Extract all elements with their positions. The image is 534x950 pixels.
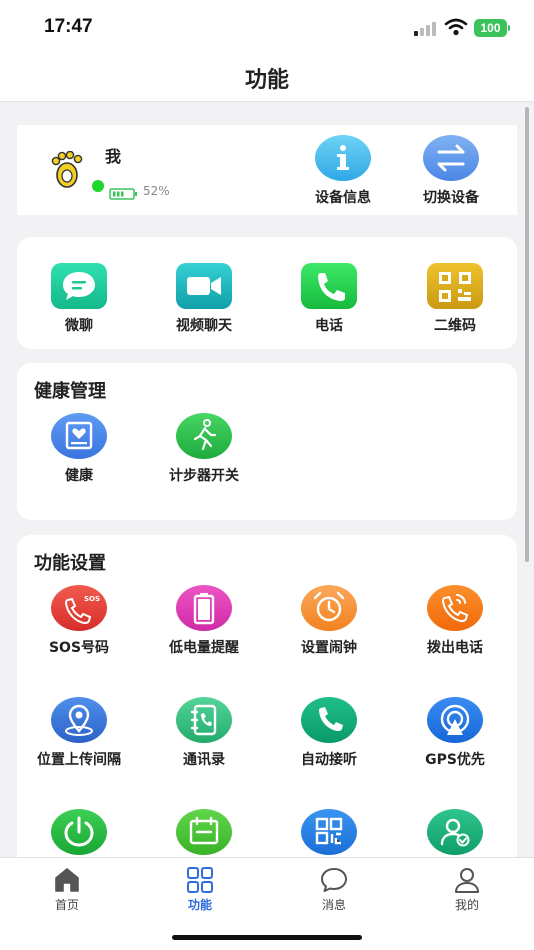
info-icon: [315, 135, 371, 181]
gps-icon: [427, 697, 483, 743]
switch-device-button[interactable]: 切换设备: [405, 135, 497, 207]
page-title: 功能: [244, 68, 289, 93]
battery-icon: 100: [474, 19, 510, 37]
device-card: 我 52% 设备信息 切换设备: [17, 125, 517, 215]
pedometer-label: 计步器开关: [169, 468, 239, 484]
video-chat-item[interactable]: 视频聊天: [142, 263, 266, 335]
scrollbar[interactable]: [525, 107, 529, 562]
settings-label: 通讯录: [183, 752, 225, 768]
comm-label: 微聊: [65, 318, 93, 334]
svg-text:SOS: SOS: [84, 595, 100, 603]
qr-scan-icon: [301, 809, 357, 855]
alarm-item[interactable]: 设置闹钟: [267, 585, 391, 657]
health-label: 健康: [65, 468, 93, 484]
swap-icon: [423, 135, 479, 181]
section-title: 功能设置: [34, 553, 106, 574]
location-icon: [51, 697, 107, 743]
pedometer-item[interactable]: 计步器开关: [142, 413, 266, 485]
tab-functions[interactable]: 功能: [160, 866, 240, 913]
power-item[interactable]: [17, 809, 141, 857]
device-avatar[interactable]: [51, 150, 83, 189]
low-battery-item[interactable]: 低电量提醒: [142, 585, 266, 657]
qrcode-item[interactable]: 二维码: [393, 263, 517, 335]
device-battery-icon: [109, 185, 138, 200]
comm-label: 视频聊天: [176, 318, 232, 334]
message-icon: [319, 866, 349, 894]
switch-device-label: 切换设备: [423, 190, 479, 206]
auto-answer-item[interactable]: 自动接听: [267, 697, 391, 769]
home-indicator[interactable]: [172, 935, 362, 940]
contacts-item[interactable]: 通讯录: [142, 697, 266, 769]
tab-label: 功能: [187, 898, 212, 912]
device-info-button[interactable]: 设备信息: [297, 135, 389, 207]
auto-answer-icon: [301, 697, 357, 743]
outgoing-call-item[interactable]: 拨出电话: [393, 585, 517, 657]
contacts-icon: [176, 697, 232, 743]
health-icon: [51, 413, 107, 459]
location-interval-item[interactable]: 位置上传间隔: [17, 697, 141, 769]
power-icon: [51, 809, 107, 855]
section-title: 健康管理: [34, 381, 106, 402]
settings-label: 位置上传间隔: [37, 752, 121, 768]
content-scroll[interactable]: 我 52% 设备信息 切换设备 微聊 视频聊天 电话 二维码 健康管理 健康 计…: [0, 103, 534, 857]
status-time: 17:47: [44, 16, 93, 37]
settings-label: GPS优先: [425, 752, 485, 768]
tab-label: 首页: [54, 898, 79, 912]
settings-label: 设置闹钟: [301, 640, 357, 656]
settings-label: 低电量提醒: [169, 640, 239, 656]
tab-profile[interactable]: 我的: [427, 866, 507, 913]
battery-level: 100: [474, 19, 507, 37]
pedometer-icon: [176, 413, 232, 459]
sos-icon: SOS: [51, 585, 107, 631]
device-battery-percent: 52%: [143, 184, 170, 198]
cellular-signal-icon: [414, 22, 440, 36]
qrcode-icon: [427, 263, 483, 309]
grid-icon: [185, 866, 215, 894]
communication-card: 微聊 视频聊天 电话 二维码: [17, 237, 517, 349]
chat-icon: [51, 263, 107, 309]
calendar-icon: [176, 809, 232, 855]
gps-priority-item[interactable]: GPS优先: [393, 697, 517, 769]
device-info-label: 设备信息: [315, 190, 371, 206]
low-battery-icon: [176, 585, 232, 631]
outgoing-call-icon: [427, 585, 483, 631]
navigation-bar: 功能: [0, 52, 534, 102]
settings-card: 功能设置 SOS SOS号码 低电量提醒 设置闹钟 拨出电话 位置上传间隔 通讯…: [17, 535, 517, 857]
phone-item[interactable]: 电话: [267, 263, 391, 335]
user-check-icon: [427, 809, 483, 855]
comm-label: 电话: [315, 318, 343, 334]
health-item[interactable]: 健康: [17, 413, 141, 485]
status-bar: 17:47 100: [0, 0, 534, 52]
tab-messages[interactable]: 消息: [294, 866, 374, 913]
device-name: 我: [105, 147, 122, 166]
profile-icon: [452, 866, 482, 894]
qr-scan-item[interactable]: [267, 809, 391, 857]
user-check-item[interactable]: [393, 809, 517, 857]
wifi-icon: [444, 17, 468, 37]
tab-label: 消息: [321, 898, 346, 912]
comm-label: 二维码: [434, 318, 476, 334]
settings-label: SOS号码: [48, 640, 110, 656]
phone-icon: [301, 263, 357, 309]
settings-label: 拨出电话: [427, 640, 483, 656]
settings-label: 自动接听: [301, 752, 357, 768]
wechat-chat-item[interactable]: 微聊: [17, 263, 141, 335]
alarm-icon: [301, 585, 357, 631]
tab-home[interactable]: 首页: [27, 866, 107, 913]
calendar-item[interactable]: [142, 809, 266, 857]
health-card: 健康管理 健康 计步器开关: [17, 363, 517, 520]
video-icon: [176, 263, 232, 309]
tab-label: 我的: [454, 898, 479, 912]
online-status-dot: [92, 180, 104, 192]
home-icon: [52, 866, 82, 894]
sos-item[interactable]: SOS SOS号码: [17, 585, 141, 657]
